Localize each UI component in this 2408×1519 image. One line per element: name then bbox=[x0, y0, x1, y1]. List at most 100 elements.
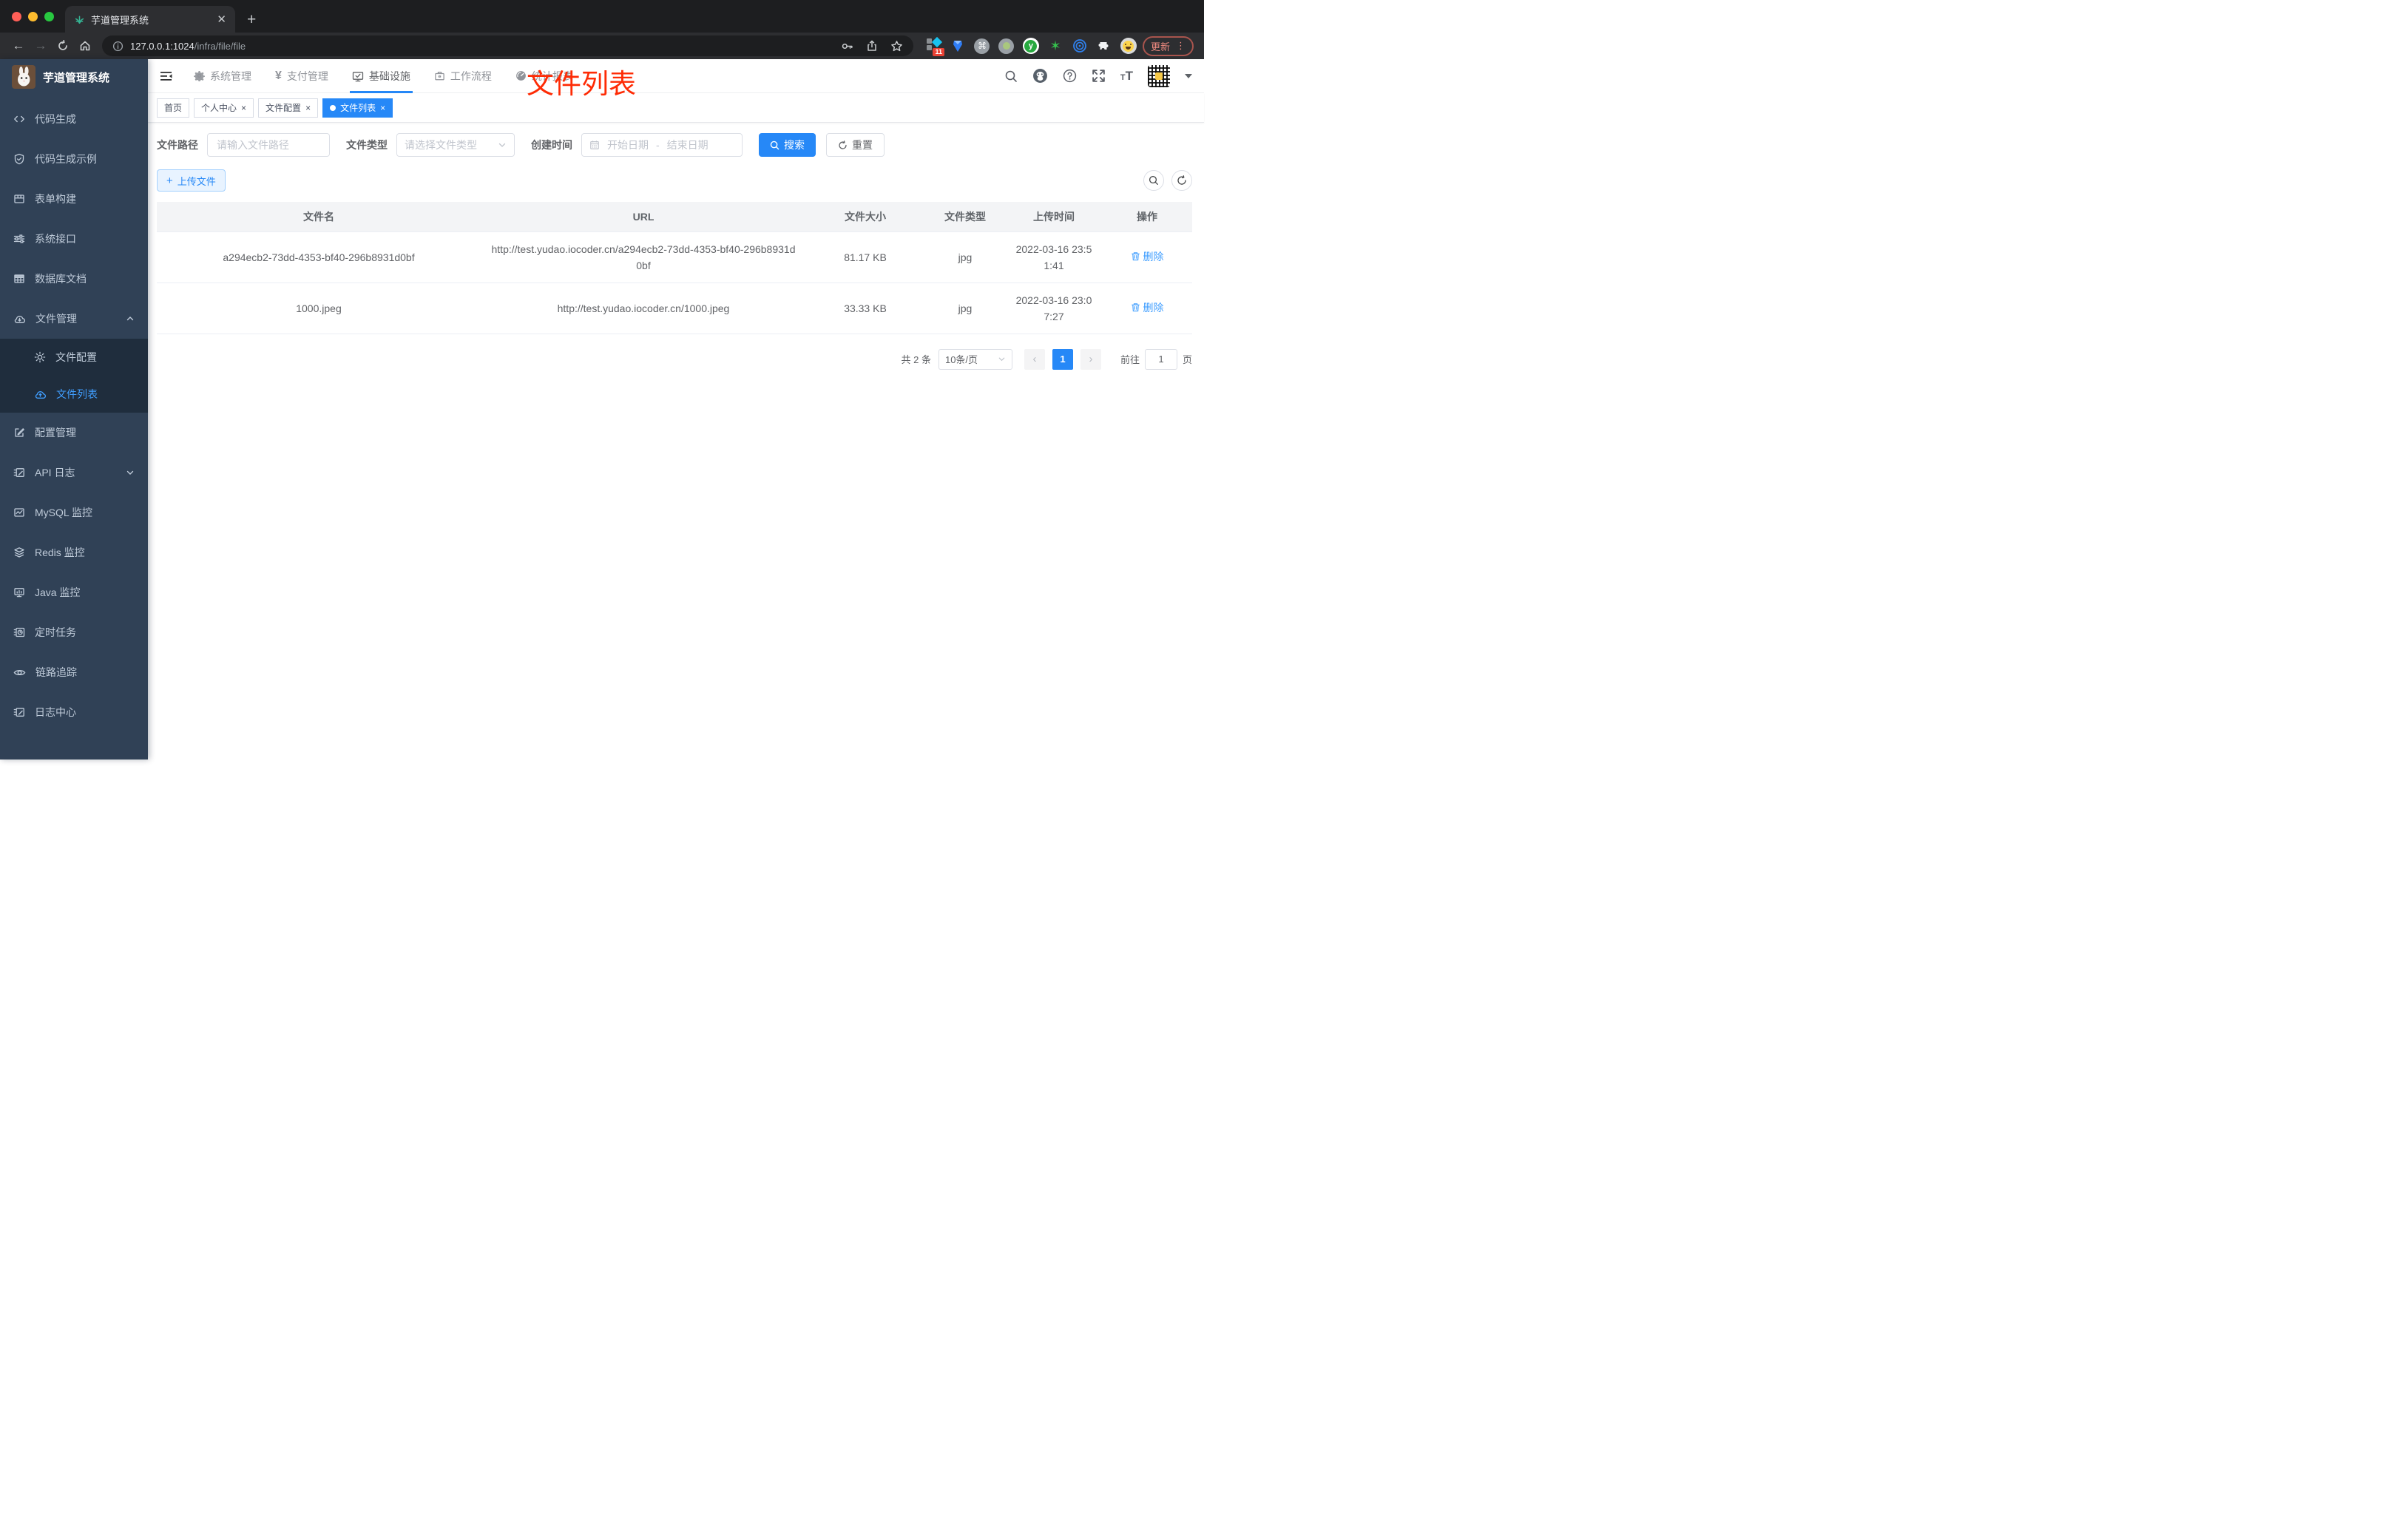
refresh-table-button[interactable] bbox=[1171, 170, 1192, 191]
back-icon[interactable]: ← bbox=[7, 38, 30, 53]
toggle-search-button[interactable] bbox=[1143, 170, 1164, 191]
plus-icon: + bbox=[166, 174, 173, 187]
tag-label: 文件列表 bbox=[340, 103, 376, 113]
browser-menu-icon[interactable]: ⋮ bbox=[1176, 40, 1186, 52]
prev-page-button[interactable]: ‹ bbox=[1024, 348, 1045, 370]
browser-chrome: 芋道管理系统 ✕ + ← → 127.0.0.1:1024/infra/file… bbox=[0, 0, 1204, 59]
bookmark-star-icon[interactable] bbox=[890, 40, 903, 53]
monitor-check-icon bbox=[352, 70, 364, 82]
share-icon[interactable] bbox=[866, 40, 878, 52]
sidebar-item-log-center[interactable]: 日志中心 bbox=[0, 692, 148, 732]
sidebar-item-config-manage[interactable]: 配置管理 bbox=[0, 413, 148, 453]
sidebar-item-db-doc[interactable]: 数据库文档 bbox=[0, 259, 148, 299]
github-icon[interactable] bbox=[1032, 68, 1048, 84]
gem-icon[interactable] bbox=[950, 38, 966, 54]
date-start-placeholder: 开始日期 bbox=[607, 139, 649, 151]
home-icon[interactable] bbox=[74, 40, 96, 52]
tag-close-icon[interactable]: × bbox=[380, 104, 385, 112]
file-manage-submenu: 文件配置 文件列表 bbox=[0, 339, 148, 413]
tag-label: 个人中心 bbox=[201, 103, 237, 113]
address-bar[interactable]: 127.0.0.1:1024/infra/file/file bbox=[102, 35, 913, 56]
sidebar-item-redis-monitor[interactable]: Redis 监控 bbox=[0, 532, 148, 572]
forward-icon[interactable]: → bbox=[30, 38, 52, 53]
nav-workflow[interactable]: 工作流程 bbox=[433, 59, 493, 93]
search-icon[interactable] bbox=[1004, 70, 1018, 83]
tag-home[interactable]: 首页 bbox=[157, 98, 190, 118]
browser-update-button[interactable]: 更新 ⋮ bbox=[1142, 35, 1194, 56]
star-ext-icon[interactable]: ✶ bbox=[1047, 38, 1063, 54]
password-key-icon[interactable] bbox=[841, 40, 853, 53]
close-window-button[interactable] bbox=[12, 12, 21, 21]
app-logo[interactable]: 芋道管理系统 bbox=[0, 59, 148, 95]
goto-page-input[interactable] bbox=[1144, 348, 1177, 370]
sidebar-item-label: 链路追踪 bbox=[35, 666, 77, 678]
tag-close-icon[interactable]: × bbox=[305, 104, 311, 112]
sidebar-item-scheduled-jobs[interactable]: 定时任务 bbox=[0, 612, 148, 652]
sidebar-item-tracing[interactable]: 链路追踪 bbox=[0, 652, 148, 692]
delete-link[interactable]: 删除 bbox=[1131, 300, 1164, 316]
sidebar-item-form-build[interactable]: 表单构建 bbox=[0, 179, 148, 219]
text-size-icon[interactable]: TT bbox=[1120, 70, 1133, 82]
nav-payment-manage[interactable]: ¥ 支付管理 bbox=[274, 59, 329, 93]
sidebar-item-system-api[interactable]: 系统接口 bbox=[0, 219, 148, 259]
sidebar-item-file-list[interactable]: 文件列表 bbox=[0, 376, 148, 413]
dot-circle-icon[interactable] bbox=[998, 38, 1015, 54]
chevron-up-icon bbox=[126, 314, 135, 323]
tag-file-config[interactable]: 文件配置 × bbox=[258, 98, 319, 118]
code-icon bbox=[13, 113, 25, 125]
cell-file-name: a294ecb2-73dd-4353-bf40-296b8931d0bf bbox=[157, 231, 481, 283]
new-tab-button[interactable]: + bbox=[247, 12, 256, 27]
sidebar-item-label: Redis 监控 bbox=[35, 547, 85, 558]
sidebar-item-code-gen[interactable]: 代码生成 bbox=[0, 99, 148, 139]
user-avatar-qr[interactable] bbox=[1148, 64, 1170, 87]
tag-close-icon[interactable]: × bbox=[241, 104, 246, 112]
sidebar-item-mysql-monitor[interactable]: MySQL 监控 bbox=[0, 493, 148, 532]
sidebar-item-label: API 日志 bbox=[35, 467, 75, 478]
minimize-window-button[interactable] bbox=[28, 12, 38, 21]
annotation-overlay-text: 文件列表 bbox=[527, 69, 636, 99]
rings-icon[interactable] bbox=[1072, 38, 1088, 54]
browser-tab[interactable]: 芋道管理系统 ✕ bbox=[65, 6, 235, 33]
cell-url: http://test.yudao.iocoder.cn/a294ecb2-73… bbox=[481, 231, 806, 283]
tag-file-list[interactable]: 文件列表 × bbox=[322, 98, 393, 118]
y-circle-icon[interactable]: y bbox=[1022, 38, 1039, 54]
col-file-type: 文件类型 bbox=[924, 202, 1006, 232]
page-size-select[interactable]: 10条/页 bbox=[938, 348, 1012, 370]
tab-close-icon[interactable]: ✕ bbox=[217, 14, 226, 25]
avatar-caret-icon[interactable] bbox=[1185, 73, 1192, 78]
cloud-upload-icon bbox=[34, 388, 47, 401]
nav-infrastructure[interactable]: 基础设施 bbox=[349, 59, 413, 93]
site-info-icon[interactable] bbox=[112, 41, 124, 52]
reset-button[interactable]: 重置 bbox=[826, 133, 885, 157]
file-type-select[interactable]: 请选择文件类型 bbox=[396, 133, 515, 157]
table-row: 1000.jpeg http://test.yudao.iocoder.cn/1… bbox=[157, 283, 1192, 334]
reload-icon[interactable] bbox=[52, 40, 74, 52]
command-circle-icon[interactable]: ⌘ bbox=[974, 38, 990, 54]
sidebar-collapse-icon[interactable] bbox=[160, 70, 174, 83]
upload-file-button[interactable]: + 上传文件 bbox=[157, 169, 226, 192]
nav-label: 支付管理 bbox=[286, 70, 328, 82]
search-button[interactable]: 搜索 bbox=[759, 133, 816, 157]
chevron-down-icon bbox=[126, 468, 135, 477]
file-path-input[interactable] bbox=[207, 133, 330, 157]
current-page-button[interactable]: 1 bbox=[1052, 348, 1073, 370]
sidebar-item-java-monitor[interactable]: Java 监控 bbox=[0, 572, 148, 612]
sidebar-item-code-gen-demo[interactable]: 代码生成示例 bbox=[0, 139, 148, 179]
sidebar-item-label: 代码生成 bbox=[35, 113, 76, 125]
delete-link[interactable]: 删除 bbox=[1131, 248, 1164, 265]
help-icon[interactable] bbox=[1063, 69, 1077, 83]
sidebar-item-api-log[interactable]: API 日志 bbox=[0, 453, 148, 493]
nav-system-manage[interactable]: 系统管理 bbox=[193, 59, 252, 93]
tag-profile[interactable]: 个人中心 × bbox=[194, 98, 254, 118]
date-range-input[interactable]: 开始日期 - 结束日期 bbox=[581, 133, 743, 157]
sidebar-item-file-config[interactable]: 文件配置 bbox=[0, 339, 148, 376]
fullscreen-icon[interactable] bbox=[1092, 69, 1106, 83]
chevron-down-icon bbox=[498, 143, 506, 147]
puzzle-icon[interactable] bbox=[1096, 38, 1112, 54]
zoom-window-button[interactable] bbox=[44, 12, 54, 21]
tampermonkey-icon[interactable]: 11 bbox=[925, 36, 944, 56]
yen-icon: ¥ bbox=[275, 69, 282, 82]
next-page-button[interactable]: › bbox=[1080, 348, 1101, 370]
emoji-icon[interactable] bbox=[1120, 38, 1137, 54]
sidebar-item-file-manage[interactable]: 文件管理 bbox=[0, 299, 148, 339]
